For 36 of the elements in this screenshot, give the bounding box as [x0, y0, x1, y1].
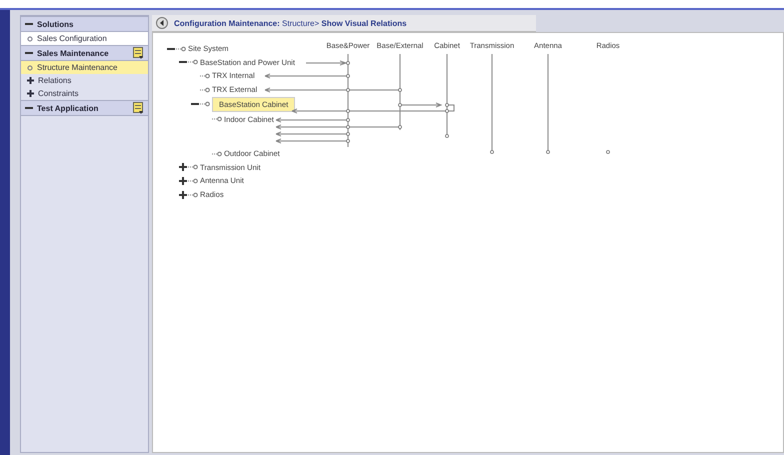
node-connector-icon: [188, 178, 198, 184]
expand-toggle-icon[interactable]: [179, 163, 187, 172]
menu-icon[interactable]: [133, 46, 144, 60]
bullet-icon: [27, 64, 33, 70]
menu-icon[interactable]: [133, 102, 144, 114]
node-connector-icon: [176, 46, 186, 52]
section-title: Sales Maintenance: [37, 48, 110, 58]
section-header[interactable]: Sales Maintenance: [21, 45, 148, 61]
node-connector-icon: [200, 72, 210, 79]
node-connector-icon: [188, 164, 198, 170]
node-connector-icon: [200, 86, 210, 93]
relation-arrow: [306, 60, 350, 66]
sidebar-item[interactable]: Structure Maintenance: [21, 61, 148, 74]
item-label: Structure Maintenance: [37, 63, 118, 72]
bullet-icon: [27, 36, 33, 42]
item-label: Relations: [38, 76, 72, 85]
sidebar-item[interactable]: Relations: [21, 74, 148, 87]
expand-toggle-icon[interactable]: [179, 190, 187, 199]
item-label: Constraints: [38, 89, 78, 98]
section-header[interactable]: Solutions: [21, 16, 148, 32]
node-connector-icon: [188, 59, 198, 66]
item-label: Sales Configuration: [37, 34, 107, 43]
sidebar-item[interactable]: Sales Configuration: [21, 32, 148, 45]
section-header[interactable]: Test Application: [21, 100, 148, 116]
section-title: Solutions: [37, 20, 74, 28]
plus-icon: [27, 77, 34, 84]
section-title: Test Application: [37, 104, 100, 112]
page-title: Configuration Maintenance: Structure> Show Visual Relations: [174, 18, 407, 28]
node-connector-icon: [212, 150, 222, 157]
node-connector-icon: [188, 192, 198, 198]
expand-toggle-icon[interactable]: [179, 176, 187, 185]
node-connector-icon: [200, 101, 210, 108]
node-connector-icon: [212, 116, 222, 122]
back-icon[interactable]: [156, 17, 168, 29]
plus-icon: [27, 90, 34, 97]
sidebar-item[interactable]: Constraints: [21, 87, 148, 100]
